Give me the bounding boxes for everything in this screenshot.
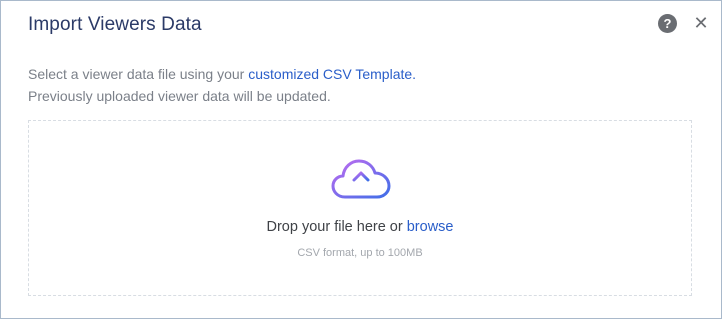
- csv-template-link[interactable]: customized CSV Template.: [248, 66, 416, 82]
- file-dropzone[interactable]: Drop your file here or browse CSV format…: [28, 120, 692, 296]
- file-format-hint: CSV format, up to 100MB: [297, 247, 423, 259]
- help-icon[interactable]: ?: [658, 14, 677, 33]
- drop-prompt-text: Drop your file here or: [266, 219, 407, 235]
- description-line-1: Select a viewer data file using your cus…: [28, 63, 416, 85]
- drop-prompt: Drop your file here or browse: [29, 219, 691, 235]
- dialog-description: Select a viewer data file using your cus…: [28, 63, 416, 107]
- cloud-upload-icon: [331, 159, 391, 199]
- import-viewers-dialog: Import Viewers Data ? ✕ Select a viewer …: [0, 0, 722, 319]
- dialog-title: Import Viewers Data: [28, 14, 202, 35]
- browse-link[interactable]: browse: [407, 219, 454, 235]
- description-line-2: Previously uploaded viewer data will be …: [28, 88, 331, 104]
- close-icon[interactable]: ✕: [692, 13, 710, 33]
- description-prefix: Select a viewer data file using your: [28, 66, 249, 82]
